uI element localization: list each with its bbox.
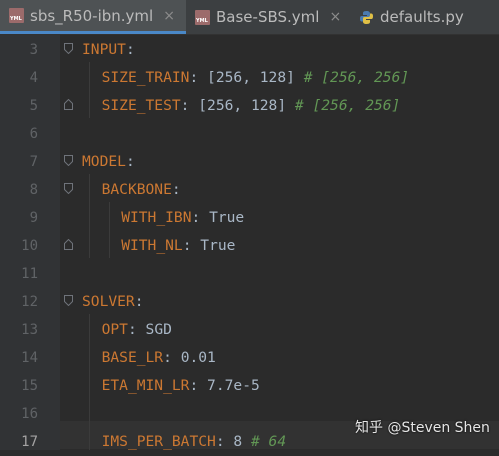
code-line[interactable]: MODEL: [82, 148, 135, 176]
indent-guide [89, 314, 90, 450]
code-line[interactable]: WITH_NL: True [121, 232, 235, 260]
yaml-separator: : [215, 433, 234, 450]
close-tab-icon[interactable]: × [329, 9, 341, 25]
yaml-key: SIZE_TRAIN [101, 69, 190, 86]
code-line[interactable]: BACKBONE: [102, 176, 181, 204]
yaml-separator: : [125, 41, 135, 58]
code-line[interactable]: WITH_IBN: True [121, 204, 244, 232]
close-tab-icon[interactable]: × [163, 8, 175, 24]
yml-file-icon: YML [9, 8, 24, 23]
line-number: 4 [29, 70, 38, 86]
line-number: 14 [21, 350, 38, 366]
tab-base-sbs-yml[interactable]: YML Base-SBS.yml × [186, 0, 351, 34]
yaml-key: SOLVER [82, 293, 135, 310]
yaml-separator: : [191, 209, 210, 226]
yaml-separator: : [125, 153, 135, 170]
yaml-value: True [200, 237, 236, 254]
line-number: 8 [29, 182, 38, 198]
yaml-key: INPUT [82, 41, 126, 58]
python-file-icon [359, 10, 374, 25]
fold-close-icon[interactable] [64, 99, 73, 110]
yaml-separator: : [182, 237, 201, 254]
yaml-key: OPT [101, 321, 128, 338]
yml-file-icon: YML [195, 9, 210, 25]
line-number: 15 [21, 378, 38, 394]
yaml-value: [256, 128] [198, 97, 295, 114]
indent-guide [89, 174, 90, 258]
yaml-separator: : [189, 69, 208, 86]
yaml-value: SGD [145, 321, 172, 338]
line-number: 10 [21, 238, 38, 254]
yaml-key: SIZE_TEST [101, 97, 181, 114]
line-number: 11 [21, 266, 38, 282]
yaml-separator: : [134, 293, 144, 310]
yaml-separator: : [189, 377, 208, 394]
yaml-value: 7.7e-5 [207, 377, 260, 394]
line-number: 17 [21, 434, 38, 450]
yaml-separator: : [127, 321, 146, 338]
yaml-key: BACKBONE [101, 181, 172, 198]
line-number: 13 [21, 322, 38, 338]
fold-open-icon[interactable] [64, 43, 73, 54]
yaml-separator: : [171, 181, 181, 198]
code-line[interactable]: BASE_LR: 0.01 [102, 344, 216, 372]
editor-tab-bar: YML sbs_R50-ibn.yml × YML Base-SBS.yml ×… [0, 0, 499, 35]
yaml-key: ETA_MIN_LR [101, 377, 190, 394]
fold-open-icon[interactable] [64, 155, 73, 166]
indent-guide [89, 62, 90, 118]
yaml-key: MODEL [82, 153, 126, 170]
code-line[interactable]: SIZE_TEST: [256, 128] # [256, 256] [102, 92, 401, 120]
tab-defaults-py[interactable]: defaults.py [351, 0, 499, 34]
tab-sbs-r50-ibn-yml[interactable]: YML sbs_R50-ibn.yml × [0, 0, 186, 34]
yaml-comment: # [256, 256] [294, 97, 401, 114]
line-number: 7 [29, 154, 38, 170]
yaml-comment: # [256, 256] [303, 69, 410, 86]
tab-label: defaults.py [380, 8, 464, 26]
indent-guide [109, 202, 110, 258]
watermark: 知乎 @Steven Shen [355, 420, 490, 436]
line-number: 16 [21, 406, 38, 422]
yaml-separator: : [163, 349, 181, 366]
code-line[interactable]: SOLVER: [82, 288, 144, 316]
yaml-separator: : [180, 97, 199, 114]
code-line[interactable]: SIZE_TRAIN: [256, 128] # [256, 256] [102, 64, 410, 92]
yaml-key: WITH_NL [121, 237, 183, 254]
yaml-value: [256, 128] [207, 69, 304, 86]
code-line[interactable]: IMS_PER_BATCH: 8 # 64 [102, 428, 287, 456]
fold-open-icon[interactable] [64, 183, 73, 194]
fold-open-icon[interactable] [64, 295, 73, 306]
code-line[interactable]: OPT: SGD [102, 316, 172, 344]
yaml-comment: # 64 [250, 433, 287, 450]
line-number: 6 [29, 126, 38, 142]
line-number: 5 [29, 98, 38, 114]
fold-close-icon[interactable] [64, 239, 73, 250]
tab-label: sbs_R50-ibn.yml [30, 6, 154, 25]
yaml-value: 8 [233, 433, 251, 450]
yaml-key: WITH_IBN [121, 209, 192, 226]
code-line[interactable]: ETA_MIN_LR: 7.7e-5 [102, 372, 260, 400]
line-number: 12 [21, 294, 38, 310]
code-line[interactable]: INPUT: [82, 36, 135, 64]
line-number: 3 [29, 42, 38, 58]
yaml-value: True [209, 209, 245, 226]
yaml-key: IMS_PER_BATCH [101, 433, 216, 450]
line-number: 9 [29, 210, 38, 226]
tab-label: Base-SBS.yml [216, 8, 320, 26]
yaml-value: 0.01 [180, 349, 216, 366]
yaml-key: BASE_LR [101, 349, 164, 366]
